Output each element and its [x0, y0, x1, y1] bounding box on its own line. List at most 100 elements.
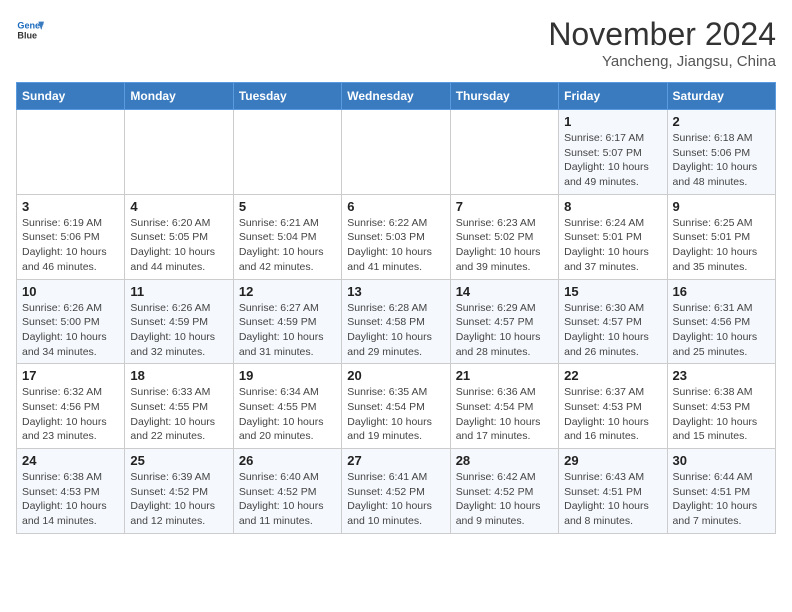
logo: General Blue [16, 16, 44, 44]
day-number: 22 [564, 368, 661, 383]
day-number: 21 [456, 368, 553, 383]
day-number: 7 [456, 199, 553, 214]
day-number: 9 [673, 199, 770, 214]
day-number: 13 [347, 284, 444, 299]
calendar-day-cell: 2Sunrise: 6:18 AM Sunset: 5:06 PM Daylig… [667, 110, 775, 195]
calendar-day-cell: 25 Sunrise: 6:39 AM Sunset: 4:52 PM Dayli… [125, 449, 233, 534]
calendar-day-cell: 24 Sunrise: 6:38 AM Sunset: 4:53 PM Dayli… [17, 449, 125, 534]
calendar-day-cell: 4 Sunrise: 6:20 AM Sunset: 5:05 PM Daylig… [125, 194, 233, 279]
calendar-day-cell: 16 Sunrise: 6:31 AM Sunset: 4:56 PM Dayli… [667, 279, 775, 364]
day-number: 27 [347, 453, 444, 468]
day-number: 8 [564, 199, 661, 214]
day-info: Sunrise: 6:25 AM Sunset: 5:01 PM Dayligh… [673, 216, 770, 275]
calendar-day-cell: 30 Sunrise: 6:44 AM Sunset: 4:51 PM Dayli… [667, 449, 775, 534]
calendar-body: 1Sunrise: 6:17 AM Sunset: 5:07 PM Daylig… [17, 110, 776, 534]
day-number: 30 [673, 453, 770, 468]
day-info: Sunrise: 6:27 AM Sunset: 4:59 PM Dayligh… [239, 301, 336, 360]
weekday-header-cell: Thursday [450, 83, 558, 110]
day-info: Sunrise: 6:17 AM Sunset: 5:07 PM Dayligh… [564, 131, 661, 190]
day-info: Sunrise: 6:38 AM Sunset: 4:53 PM Dayligh… [22, 470, 119, 529]
day-number: 17 [22, 368, 119, 383]
calendar-day-cell: 10 Sunrise: 6:26 AM Sunset: 5:00 PM Dayli… [17, 279, 125, 364]
day-info: Sunrise: 6:37 AM Sunset: 4:53 PM Dayligh… [564, 385, 661, 444]
weekday-header-cell: Friday [559, 83, 667, 110]
calendar-day-cell: 23 Sunrise: 6:38 AM Sunset: 4:53 PM Dayli… [667, 364, 775, 449]
day-number: 26 [239, 453, 336, 468]
calendar-week-row: 17 Sunrise: 6:32 AM Sunset: 4:56 PM Dayli… [17, 364, 776, 449]
calendar-week-row: 1Sunrise: 6:17 AM Sunset: 5:07 PM Daylig… [17, 110, 776, 195]
day-number: 23 [673, 368, 770, 383]
day-info: Sunrise: 6:23 AM Sunset: 5:02 PM Dayligh… [456, 216, 553, 275]
calendar-day-cell: 12 Sunrise: 6:27 AM Sunset: 4:59 PM Dayli… [233, 279, 341, 364]
weekday-header-cell: Saturday [667, 83, 775, 110]
calendar-day-cell: 20Sunrise: 6:35 AM Sunset: 4:54 PM Dayli… [342, 364, 450, 449]
calendar-day-cell: 26 Sunrise: 6:40 AM Sunset: 4:52 PM Dayli… [233, 449, 341, 534]
calendar-week-row: 3 Sunrise: 6:19 AM Sunset: 5:06 PM Daylig… [17, 194, 776, 279]
calendar-day-cell: 5 Sunrise: 6:21 AM Sunset: 5:04 PM Daylig… [233, 194, 341, 279]
day-info: Sunrise: 6:31 AM Sunset: 4:56 PM Dayligh… [673, 301, 770, 360]
day-number: 16 [673, 284, 770, 299]
day-info: Sunrise: 6:18 AM Sunset: 5:06 PM Dayligh… [673, 131, 770, 190]
day-info: Sunrise: 6:20 AM Sunset: 5:05 PM Dayligh… [130, 216, 227, 275]
calendar-day-cell: 27 Sunrise: 6:41 AM Sunset: 4:52 PM Dayli… [342, 449, 450, 534]
day-number: 3 [22, 199, 119, 214]
day-info: Sunrise: 6:32 AM Sunset: 4:56 PM Dayligh… [22, 385, 119, 444]
day-number: 4 [130, 199, 227, 214]
day-info: Sunrise: 6:21 AM Sunset: 5:04 PM Dayligh… [239, 216, 336, 275]
location: Yancheng, Jiangsu, China [548, 53, 776, 70]
day-info: Sunrise: 6:34 AM Sunset: 4:55 PM Dayligh… [239, 385, 336, 444]
day-info: Sunrise: 6:30 AM Sunset: 4:57 PM Dayligh… [564, 301, 661, 360]
day-info: Sunrise: 6:43 AM Sunset: 4:51 PM Dayligh… [564, 470, 661, 529]
calendar-day-cell: 19Sunrise: 6:34 AM Sunset: 4:55 PM Dayli… [233, 364, 341, 449]
weekday-header-cell: Monday [125, 83, 233, 110]
calendar-day-cell: 29Sunrise: 6:43 AM Sunset: 4:51 PM Dayli… [559, 449, 667, 534]
calendar-day-cell [450, 110, 558, 195]
day-info: Sunrise: 6:41 AM Sunset: 4:52 PM Dayligh… [347, 470, 444, 529]
calendar-week-row: 10 Sunrise: 6:26 AM Sunset: 5:00 PM Dayli… [17, 279, 776, 364]
calendar-day-cell [342, 110, 450, 195]
day-number: 25 [130, 453, 227, 468]
calendar-day-cell: 14Sunrise: 6:29 AM Sunset: 4:57 PM Dayli… [450, 279, 558, 364]
day-info: Sunrise: 6:44 AM Sunset: 4:51 PM Dayligh… [673, 470, 770, 529]
calendar-day-cell: 17 Sunrise: 6:32 AM Sunset: 4:56 PM Dayli… [17, 364, 125, 449]
calendar-week-row: 24 Sunrise: 6:38 AM Sunset: 4:53 PM Dayli… [17, 449, 776, 534]
calendar-day-cell: 13 Sunrise: 6:28 AM Sunset: 4:58 PM Dayli… [342, 279, 450, 364]
day-info: Sunrise: 6:36 AM Sunset: 4:54 PM Dayligh… [456, 385, 553, 444]
day-info: Sunrise: 6:40 AM Sunset: 4:52 PM Dayligh… [239, 470, 336, 529]
calendar-day-cell [125, 110, 233, 195]
day-number: 15 [564, 284, 661, 299]
day-info: Sunrise: 6:29 AM Sunset: 4:57 PM Dayligh… [456, 301, 553, 360]
calendar-day-cell: 3 Sunrise: 6:19 AM Sunset: 5:06 PM Daylig… [17, 194, 125, 279]
page-header: General Blue November 2024 Yancheng, Jia… [16, 16, 776, 70]
logo-icon: General Blue [16, 16, 44, 44]
weekday-header-cell: Wednesday [342, 83, 450, 110]
calendar-day-cell: 7 Sunrise: 6:23 AM Sunset: 5:02 PM Daylig… [450, 194, 558, 279]
day-number: 6 [347, 199, 444, 214]
day-number: 20 [347, 368, 444, 383]
calendar-day-cell: 9 Sunrise: 6:25 AM Sunset: 5:01 PM Daylig… [667, 194, 775, 279]
calendar-day-cell: 11Sunrise: 6:26 AM Sunset: 4:59 PM Dayli… [125, 279, 233, 364]
day-info: Sunrise: 6:28 AM Sunset: 4:58 PM Dayligh… [347, 301, 444, 360]
day-number: 24 [22, 453, 119, 468]
day-info: Sunrise: 6:24 AM Sunset: 5:01 PM Dayligh… [564, 216, 661, 275]
day-info: Sunrise: 6:38 AM Sunset: 4:53 PM Dayligh… [673, 385, 770, 444]
calendar-day-cell [233, 110, 341, 195]
calendar-day-cell: 21 Sunrise: 6:36 AM Sunset: 4:54 PM Dayli… [450, 364, 558, 449]
day-number: 28 [456, 453, 553, 468]
day-number: 5 [239, 199, 336, 214]
day-info: Sunrise: 6:26 AM Sunset: 4:59 PM Dayligh… [130, 301, 227, 360]
calendar-day-cell: 22 Sunrise: 6:37 AM Sunset: 4:53 PM Dayli… [559, 364, 667, 449]
day-info: Sunrise: 6:19 AM Sunset: 5:06 PM Dayligh… [22, 216, 119, 275]
day-info: Sunrise: 6:26 AM Sunset: 5:00 PM Dayligh… [22, 301, 119, 360]
day-info: Sunrise: 6:22 AM Sunset: 5:03 PM Dayligh… [347, 216, 444, 275]
calendar-day-cell: 15 Sunrise: 6:30 AM Sunset: 4:57 PM Dayli… [559, 279, 667, 364]
title-block: November 2024 Yancheng, Jiangsu, China [548, 16, 776, 70]
calendar-table: SundayMondayTuesdayWednesdayThursdayFrid… [16, 82, 776, 534]
day-number: 10 [22, 284, 119, 299]
day-number: 12 [239, 284, 336, 299]
weekday-header-row: SundayMondayTuesdayWednesdayThursdayFrid… [17, 83, 776, 110]
calendar-day-cell: 6 Sunrise: 6:22 AM Sunset: 5:03 PM Daylig… [342, 194, 450, 279]
calendar-day-cell: 18Sunrise: 6:33 AM Sunset: 4:55 PM Dayli… [125, 364, 233, 449]
day-info: Sunrise: 6:39 AM Sunset: 4:52 PM Dayligh… [130, 470, 227, 529]
weekday-header-cell: Tuesday [233, 83, 341, 110]
